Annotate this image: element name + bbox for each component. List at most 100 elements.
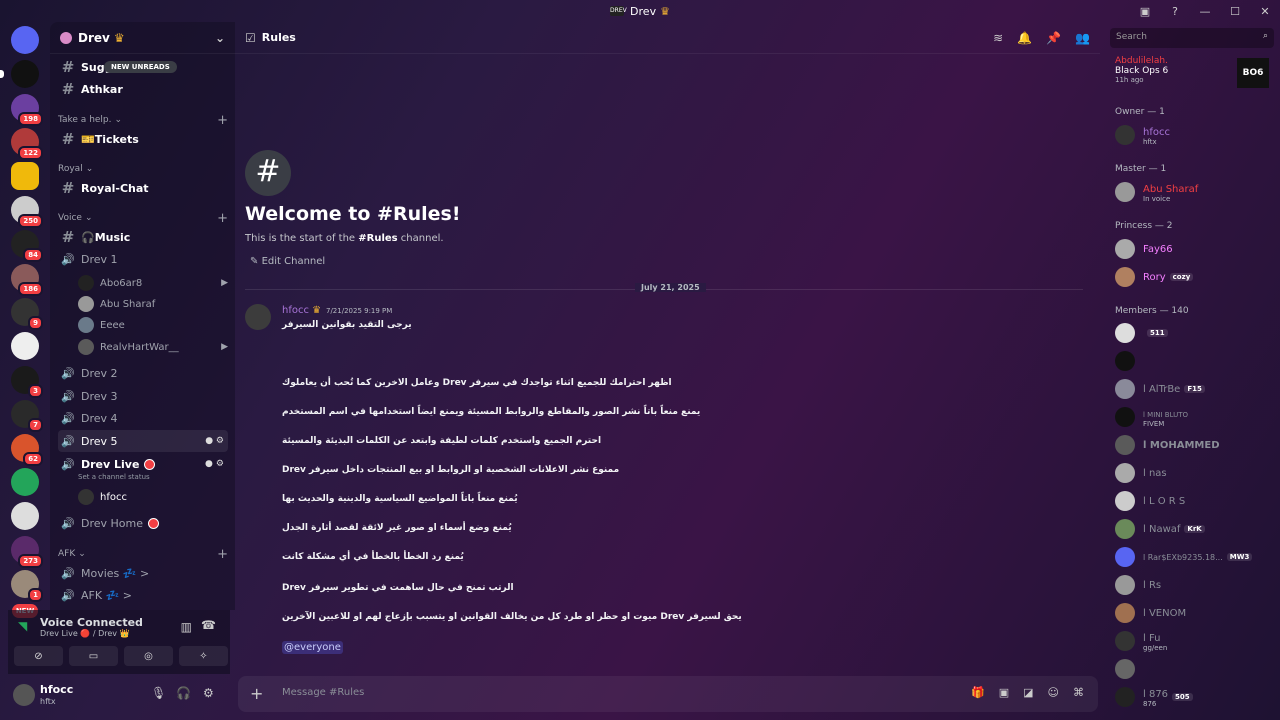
voice-channel-drev-home[interactable]: 🔊 Drev Home	[58, 512, 228, 534]
members-icon[interactable]: 👥	[1075, 31, 1090, 45]
voice-channel-drev2[interactable]: 🔊 Drev 2	[58, 362, 228, 384]
emoji-icon[interactable]: ☺	[1048, 686, 1059, 699]
inbox-icon[interactable]: ▣	[1130, 5, 1160, 18]
server-icon[interactable]: 250	[11, 196, 43, 228]
voice-user[interactable]: Abu Sharaf	[78, 294, 228, 314]
voice-channel-drev1[interactable]: 🔊 Drev 1	[58, 248, 228, 270]
member-item[interactable]: l L O R S	[1115, 488, 1275, 514]
server-header[interactable]: Drev ♛ ⌄	[50, 22, 235, 54]
channel-music[interactable]: # 🎧Music	[58, 226, 228, 248]
server-icon[interactable]: 3	[11, 366, 43, 398]
member-item[interactable]: l Nawaf KrK	[1115, 516, 1275, 542]
server-icon[interactable]: 7	[11, 400, 43, 432]
voice-status[interactable]: Voice Connected	[40, 616, 143, 629]
channel-tickets[interactable]: # 🎫Tickets	[58, 128, 228, 150]
member-item[interactable]: l Rar$EXb9235.18... MW3	[1115, 544, 1275, 570]
server-icon[interactable]	[11, 502, 39, 530]
category-voice[interactable]: Voice ⌄ +	[58, 211, 228, 226]
headphones-icon[interactable]: 🎧	[176, 686, 191, 700]
close-button[interactable]: ✕	[1250, 5, 1280, 18]
add-channel-icon[interactable]: +	[217, 547, 228, 562]
camera-button[interactable]: ⊘	[14, 646, 63, 666]
member-item[interactable]	[1115, 656, 1275, 682]
disconnect-icon[interactable]: ☎	[201, 618, 216, 632]
edit-channel-link[interactable]: ✎ Edit Channel	[250, 256, 325, 267]
member-item[interactable]: l 876 876 505	[1115, 684, 1275, 710]
server-icon[interactable]	[11, 468, 39, 496]
avatar[interactable]	[245, 304, 271, 330]
username[interactable]: hfocc	[40, 683, 73, 696]
member-item[interactable]: l AlTrBe F15	[1115, 376, 1275, 402]
everyone-mention[interactable]: @everyone	[282, 641, 343, 654]
search-input[interactable]: Search ⌕	[1110, 28, 1274, 48]
new-unreads-pill[interactable]: NEW UNREADS	[104, 61, 177, 73]
chevron-down-icon[interactable]: ⌄	[215, 31, 225, 45]
voice-channel-drev4[interactable]: 🔊 Drev 4	[58, 407, 228, 429]
server-icon[interactable]: 198	[11, 94, 43, 126]
server-icon[interactable]	[11, 162, 39, 190]
member-item[interactable]: l Fu gg/een	[1115, 628, 1275, 654]
help-icon[interactable]: ?	[1160, 5, 1190, 18]
member-item[interactable]: hfocc hftx	[1115, 122, 1275, 148]
bell-icon[interactable]: 🔔	[1017, 31, 1032, 45]
chat-icon[interactable]: ● ⚙	[205, 436, 228, 446]
server-icon[interactable]: 84	[11, 230, 43, 262]
server-icon[interactable]: 122	[11, 128, 43, 160]
add-channel-icon[interactable]: +	[217, 211, 228, 226]
activity-card[interactable]: Abdulilelah. Black Ops 6 11h ago	[1115, 56, 1168, 84]
voice-channel-movies[interactable]: 🔊 Movies 💤 >	[58, 562, 228, 584]
member-item[interactable]: l VENOM	[1115, 600, 1275, 626]
apps-icon[interactable]: ⌘	[1073, 686, 1084, 699]
voice-user[interactable]: RealvHartWar__ ▶	[78, 337, 228, 357]
screen-share-button[interactable]: ▭	[69, 646, 118, 666]
server-icon[interactable]: 62	[11, 434, 43, 466]
member-item[interactable]: Fay66	[1115, 236, 1275, 262]
noise-suppression-icon[interactable]: ▥	[181, 620, 192, 634]
maximize-button[interactable]: ☐	[1220, 5, 1250, 18]
server-icon[interactable]: 186	[11, 264, 43, 296]
voice-channel-afk[interactable]: 🔊 AFK 💤 >	[58, 584, 228, 606]
server-icon[interactable]	[11, 332, 39, 360]
pin-icon[interactable]: 📌	[1046, 31, 1061, 45]
signal-icon[interactable]: ◥	[18, 619, 27, 633]
message-input[interactable]: Message #Rules	[282, 687, 364, 698]
gif-icon[interactable]: ▣	[999, 686, 1009, 699]
voice-channel-path[interactable]: Drev Live 🔴 / Drev 👑	[40, 629, 130, 638]
soundboard-button[interactable]: ✧	[179, 646, 228, 666]
channel-athkar[interactable]: # Athkar	[58, 78, 228, 100]
category-royal[interactable]: Royal ⌄	[58, 162, 228, 176]
category-afk[interactable]: AFK ⌄ +	[58, 547, 228, 562]
sticker-icon[interactable]: ◪	[1023, 686, 1033, 699]
activity-button[interactable]: ◎	[124, 646, 173, 666]
channel-royal-chat[interactable]: # Royal-Chat	[58, 177, 228, 199]
chat-icon[interactable]: ● ⚙	[205, 459, 228, 469]
server-icon[interactable]: 9	[11, 298, 43, 330]
channel-status[interactable]: Set a channel status	[78, 473, 150, 481]
gift-icon[interactable]: 🎁	[971, 686, 985, 699]
voice-user[interactable]: Abo6ar8 ▶	[78, 273, 228, 293]
mic-icon[interactable]: 🎙	[151, 686, 166, 700]
category-help[interactable]: Take a help. ⌄ +	[58, 113, 228, 128]
gear-icon[interactable]: ⚙	[203, 686, 214, 700]
add-channel-icon[interactable]: +	[217, 113, 228, 128]
server-icon[interactable]: 273	[11, 536, 43, 568]
voice-channel-drev3[interactable]: 🔊 Drev 3	[58, 385, 228, 407]
add-attachment-icon[interactable]: +	[250, 684, 263, 703]
voice-channel-drev5[interactable]: 🔊 Drev 5 ● ⚙	[58, 430, 228, 452]
member-item[interactable]: Abu Sharaf In voice	[1115, 179, 1275, 205]
voice-channel-drev-live[interactable]: 🔊 Drev Live ● ⚙	[58, 453, 228, 475]
server-drev[interactable]	[0, 60, 39, 88]
minimize-button[interactable]: —	[1190, 5, 1220, 18]
voice-user[interactable]: Eeee	[78, 315, 228, 335]
member-item[interactable]: 511	[1115, 320, 1275, 346]
threads-icon[interactable]: ≋	[993, 31, 1003, 45]
member-item[interactable]: l Rs	[1115, 572, 1275, 598]
member-item[interactable]: l MINI BLUTO FIVEM	[1115, 404, 1275, 430]
server-icon[interactable]: 1	[11, 570, 43, 602]
member-item[interactable]: l nas	[1115, 460, 1275, 486]
avatar[interactable]	[13, 684, 35, 706]
home-button[interactable]	[11, 26, 39, 54]
member-item[interactable]: Rory cozy	[1115, 264, 1275, 290]
message-author[interactable]: hfocc ♛	[282, 305, 321, 316]
member-item[interactable]	[1115, 348, 1275, 374]
